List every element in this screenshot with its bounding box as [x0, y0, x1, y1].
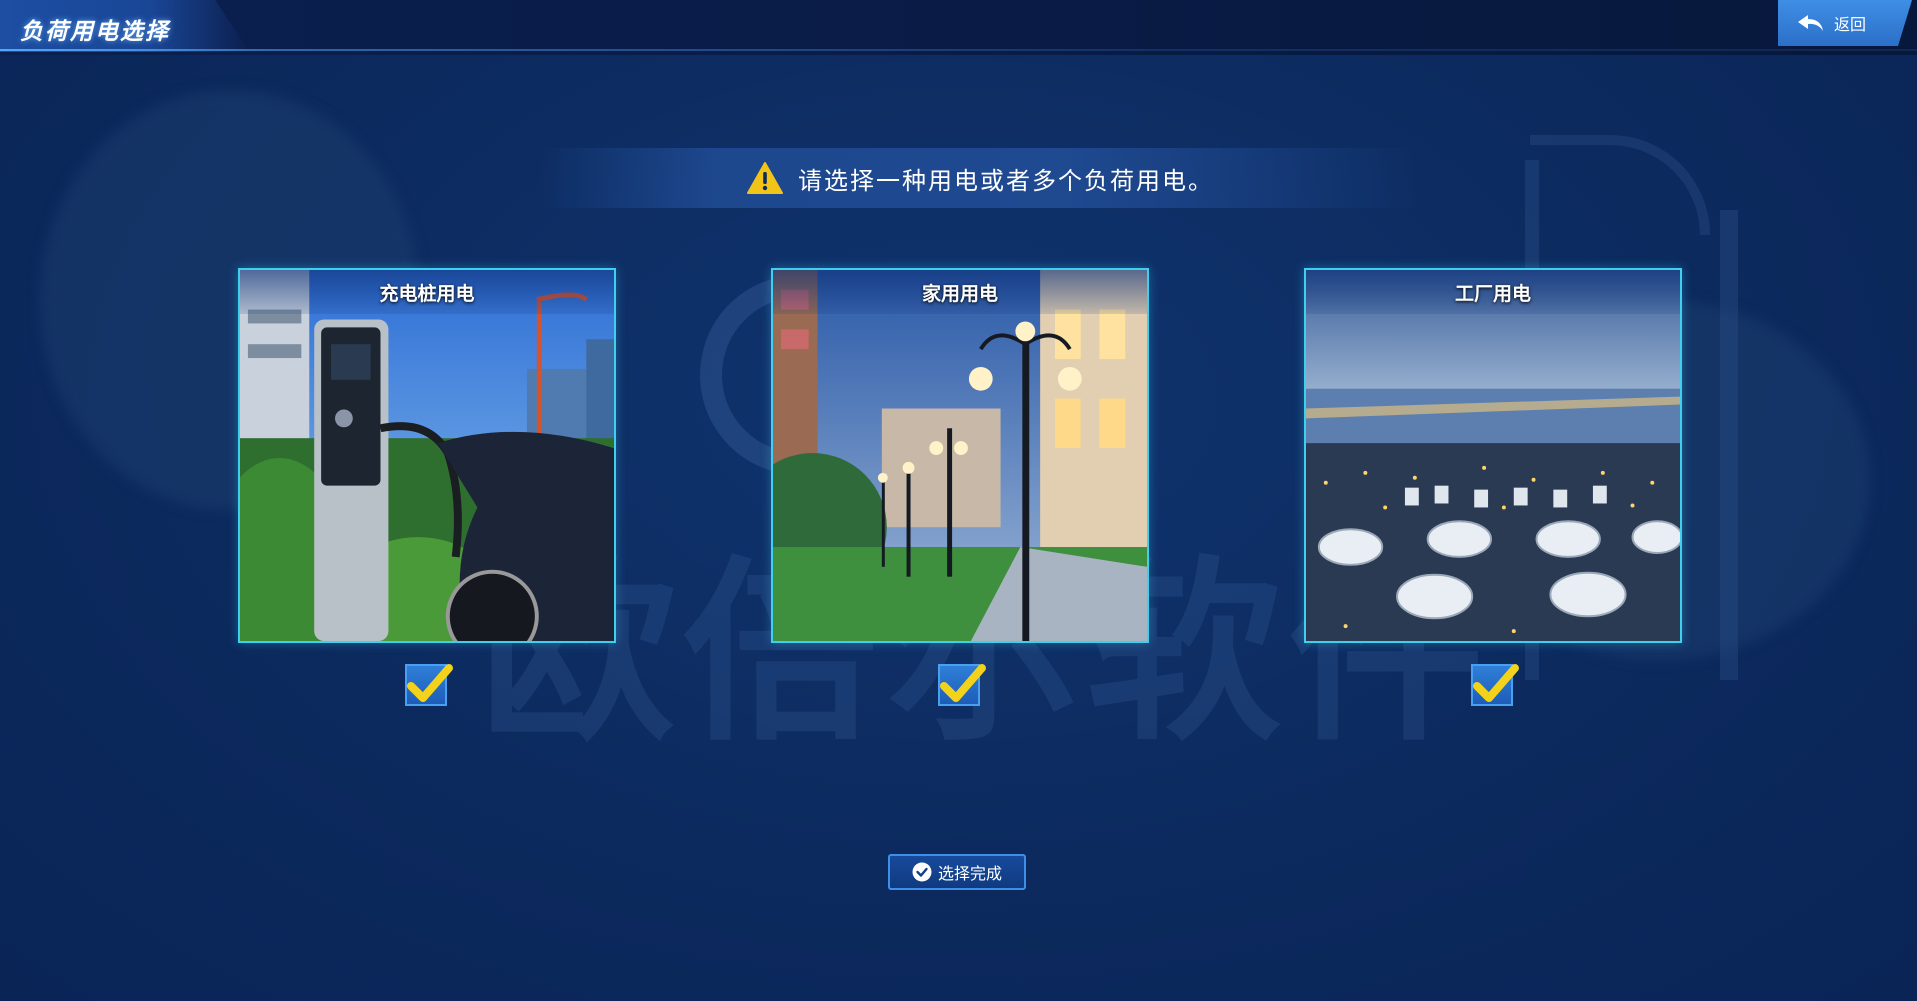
option-card-household[interactable]: 家用用电: [771, 268, 1149, 643]
back-button[interactable]: 返回: [1778, 0, 1912, 46]
option-card-charging-pile[interactable]: 充电桩用电: [238, 268, 616, 643]
notice-text: 请选择一种用电或者多个负荷用电。: [798, 166, 1214, 195]
option-card-title: 家用用电: [921, 282, 998, 305]
option-card-title: 工厂用电: [1454, 282, 1531, 305]
warning-icon: [747, 162, 783, 194]
checkmark-icon: [1473, 664, 1519, 702]
check-circle-icon: [912, 862, 932, 882]
header-divider: [0, 49, 1917, 51]
selection-done-button[interactable]: 选择完成: [888, 854, 1026, 890]
back-arrow-icon: [1798, 15, 1823, 31]
checkbox-charging-pile[interactable]: [405, 664, 453, 706]
page-title: 负荷用电选择: [20, 19, 170, 45]
notice-banner: 请选择一种用电或者多个负荷用电。: [540, 148, 1420, 208]
checkmark-icon: [407, 664, 453, 702]
checkbox-household[interactable]: [938, 664, 986, 706]
option-card-title-bar: 家用用电: [773, 270, 1147, 314]
charging-pile-image: [240, 270, 614, 641]
back-button-label: 返回: [1834, 15, 1867, 34]
option-card-title: 充电桩用电: [379, 282, 475, 305]
option-card-title-bar: 充电桩用电: [240, 270, 614, 314]
factory-image: [1306, 270, 1680, 641]
selection-done-label: 选择完成: [937, 864, 1002, 883]
checkbox-factory[interactable]: [1471, 664, 1519, 706]
household-image: [773, 270, 1147, 641]
header-bar: 负荷用电选择 返回: [0, 0, 1917, 55]
checkmark-icon: [940, 664, 986, 702]
option-card-factory[interactable]: 工厂用电: [1304, 268, 1682, 643]
option-card-title-bar: 工厂用电: [1306, 270, 1680, 314]
